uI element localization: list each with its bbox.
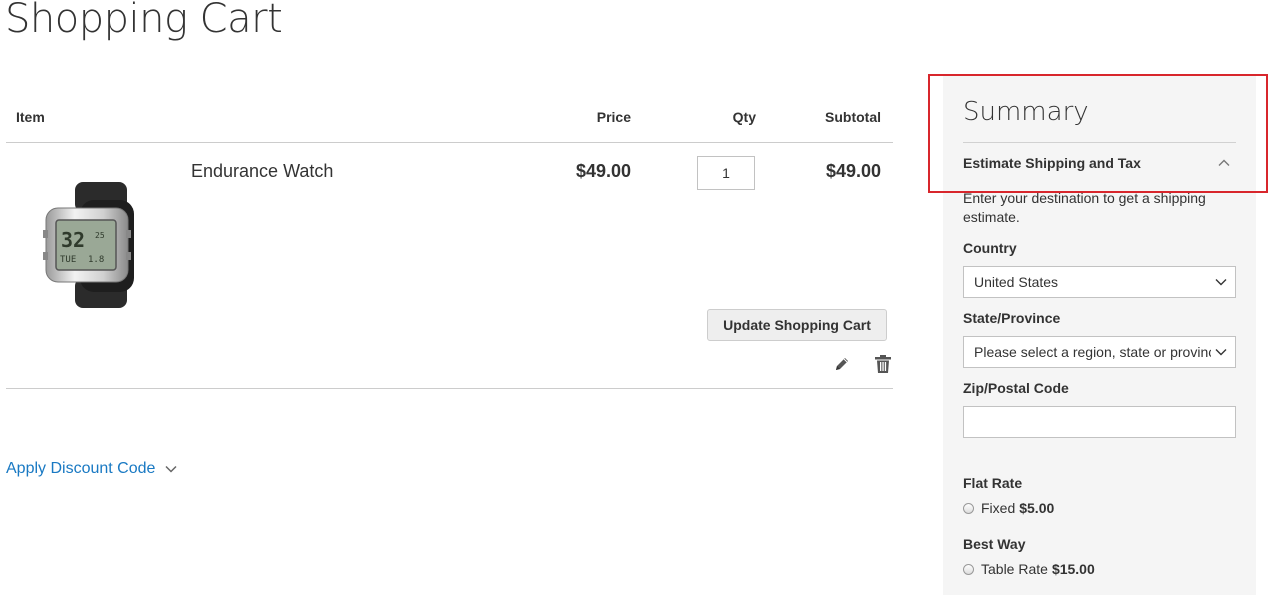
product-name[interactable]: Endurance Watch bbox=[191, 161, 333, 182]
page-title: Shopping Cart bbox=[5, 0, 283, 42]
column-header-price: Price bbox=[596, 109, 631, 125]
item-price: $49.00 bbox=[575, 161, 631, 181]
table-divider bbox=[6, 388, 893, 389]
rate-price: $15.00 bbox=[1051, 561, 1095, 577]
chevron-down-icon bbox=[165, 465, 177, 473]
column-header-qty: Qty bbox=[732, 109, 756, 125]
shipping-rate-option[interactable]: Table Rate $15.00 bbox=[963, 561, 1095, 577]
rate-name: Fixed bbox=[981, 500, 1016, 516]
select-arrow bbox=[1211, 337, 1235, 367]
state-value: Please select a region, state or provinc… bbox=[974, 344, 1227, 360]
estimate-shipping-label: Estimate Shipping and Tax bbox=[963, 155, 1141, 171]
summary-divider bbox=[963, 142, 1236, 143]
select-arrow bbox=[1211, 267, 1235, 297]
estimate-shipping-toggle[interactable]: Estimate Shipping and Tax bbox=[963, 155, 1236, 171]
chevron-down-icon bbox=[1215, 348, 1227, 356]
country-label: Country bbox=[963, 240, 1017, 256]
summary-title: Summary bbox=[963, 97, 1089, 127]
pencil-icon[interactable] bbox=[833, 355, 851, 373]
svg-text:TUE: TUE bbox=[60, 255, 76, 265]
svg-text:25: 25 bbox=[95, 231, 105, 240]
country-value: United States bbox=[974, 274, 1059, 290]
shipping-description: Enter your destination to get a shipping… bbox=[963, 190, 1206, 225]
radio-button[interactable] bbox=[963, 563, 974, 575]
discount-label: Apply Discount Code bbox=[6, 460, 156, 477]
svg-text:1.8: 1.8 bbox=[88, 255, 104, 265]
chevron-up-icon bbox=[1218, 159, 1230, 166]
state-select[interactable]: Please select a region, state or provinc… bbox=[963, 336, 1236, 368]
table-divider bbox=[6, 142, 893, 143]
shipping-method-title: Best Way bbox=[963, 536, 1026, 552]
rate-price: $5.00 bbox=[1019, 500, 1055, 516]
state-label: State/Province bbox=[963, 310, 1061, 326]
svg-text:32: 32 bbox=[61, 228, 85, 252]
radio-button[interactable] bbox=[963, 502, 974, 514]
apply-discount-toggle[interactable]: Apply Discount Code bbox=[6, 460, 177, 478]
chevron-down-icon bbox=[1215, 278, 1227, 286]
update-cart-button[interactable]: Update Shopping Cart bbox=[707, 309, 887, 341]
country-select[interactable]: United States bbox=[963, 266, 1236, 298]
watch-image[interactable]: 32 25 TUE 1.8 bbox=[40, 180, 140, 310]
zip-label: Zip/Postal Code bbox=[963, 380, 1069, 396]
trash-icon[interactable] bbox=[875, 355, 891, 373]
shipping-rate-option[interactable]: Fixed $5.00 bbox=[963, 500, 1054, 516]
shipping-method-title: Flat Rate bbox=[963, 475, 1023, 491]
column-header-item: Item bbox=[16, 109, 45, 125]
column-header-subtotal: Subtotal bbox=[825, 109, 881, 125]
qty-input[interactable] bbox=[697, 156, 755, 190]
rate-name: Table Rate bbox=[981, 561, 1048, 577]
order-summary: Summary Estimate Shipping and Tax Enter … bbox=[943, 75, 1256, 595]
item-subtotal: $49.00 bbox=[825, 161, 881, 181]
zip-input[interactable] bbox=[963, 406, 1236, 438]
